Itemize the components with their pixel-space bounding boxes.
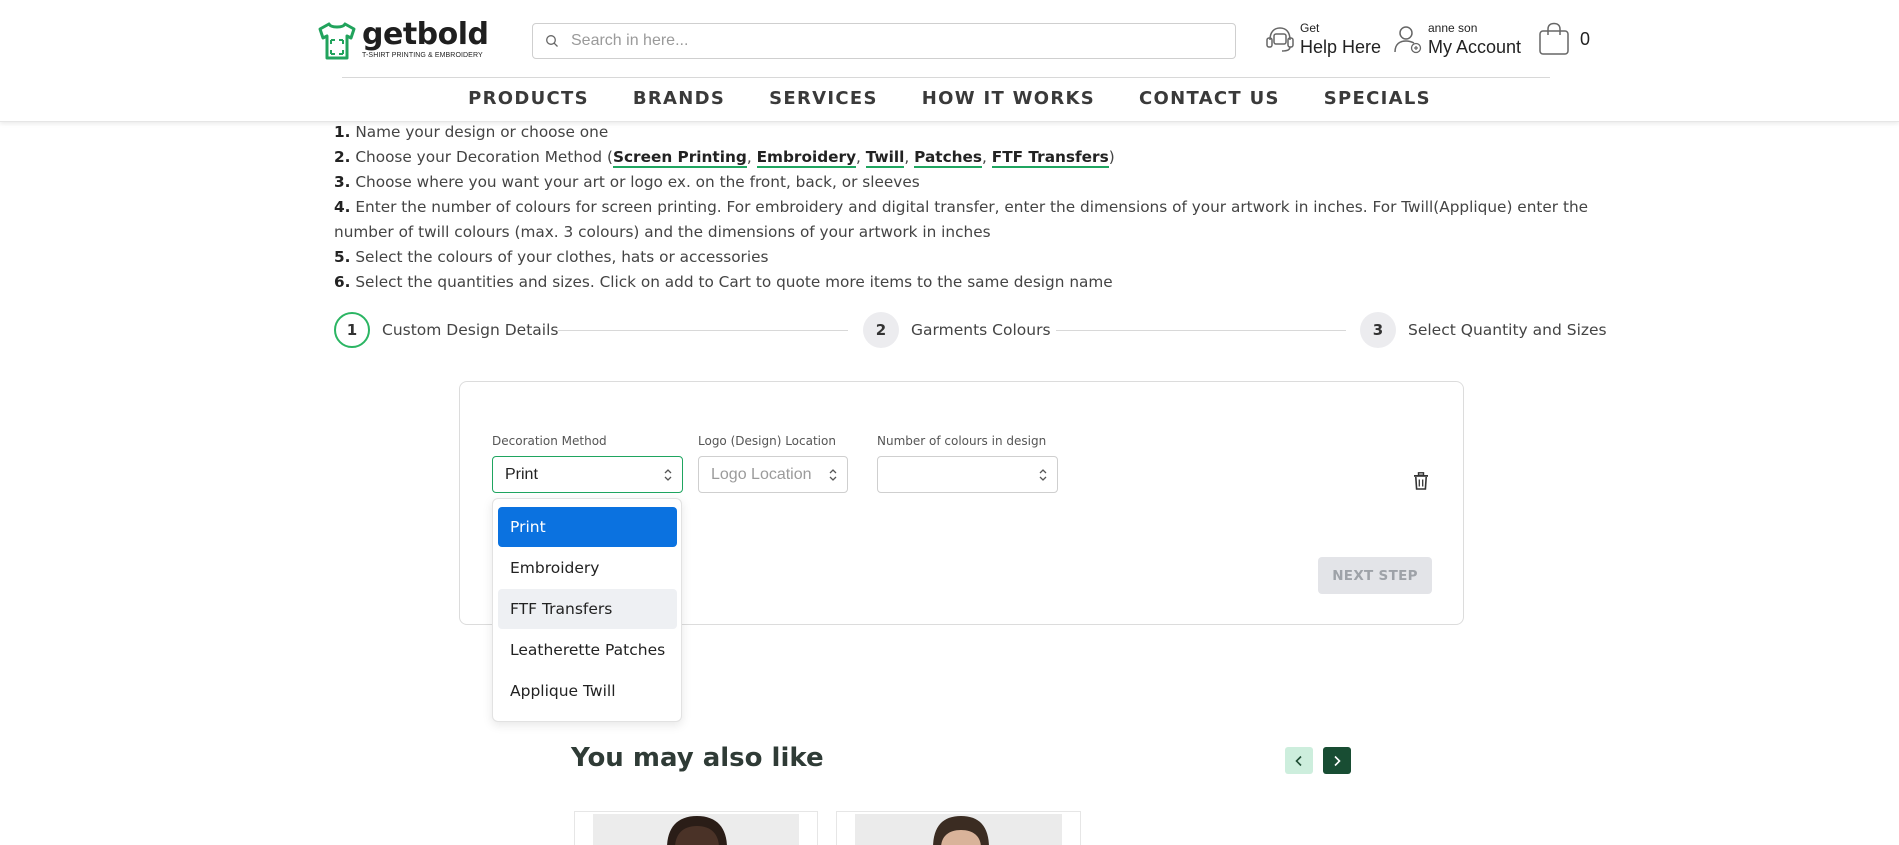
separator: , (982, 148, 992, 166)
progress-stepper: 1 Custom Design Details 2 Garments Colou… (334, 312, 1607, 350)
product-card[interactable] (574, 811, 818, 845)
instruction-text: Choose where you want your art or logo e… (355, 173, 920, 191)
chevron-left-icon (1295, 755, 1302, 766)
logo-location-placeholder: Logo Location (711, 465, 812, 483)
decoration-method-dropdown: Print Embroidery FTF Transfers Leatheret… (492, 498, 682, 722)
step-2[interactable]: 2 Garments Colours (863, 312, 1051, 348)
colours-count-select[interactable] (877, 456, 1058, 493)
instruction-number: 3. (334, 173, 351, 191)
link-patches[interactable]: Patches (914, 148, 983, 168)
next-step-button[interactable]: NEXT STEP (1318, 557, 1432, 594)
carousel-prev-button[interactable] (1285, 747, 1313, 774)
help-link[interactable]: Get Help Here (1264, 22, 1381, 56)
product-card[interactable] (836, 811, 1081, 845)
product-image (855, 814, 1062, 845)
account-link[interactable]: anne son My Account (1392, 22, 1521, 56)
colours-count-label: Number of colours in design (877, 434, 1047, 448)
user-account-icon (1394, 26, 1422, 54)
instructions: 1. Name your design or choose one 2. Cho… (334, 120, 1594, 295)
step-connector (558, 330, 848, 331)
step-1-circle: 1 (334, 312, 370, 348)
nav-products[interactable]: PRODUCTS (446, 88, 611, 109)
instruction-2: 2. Choose your Decoration Method (Screen… (334, 145, 1594, 170)
nav-contact-us[interactable]: CONTACT US (1117, 88, 1302, 109)
nav-specials[interactable]: SPECIALS (1302, 88, 1453, 109)
instruction-number: 1. (334, 123, 351, 141)
link-twill[interactable]: Twill (865, 148, 905, 168)
decoration-method-value: Print (505, 465, 538, 483)
link-embroidery[interactable]: Embroidery (756, 148, 857, 168)
decoration-method-select[interactable]: Print (492, 456, 683, 493)
step-1[interactable]: 1 Custom Design Details (334, 312, 559, 348)
nav-divider (342, 77, 1550, 78)
also-like-title: You may also like (571, 743, 824, 773)
step-connector (1056, 330, 1346, 331)
option-embroidery[interactable]: Embroidery (498, 548, 677, 588)
link-ftf-transfers[interactable]: FTF Transfers (991, 148, 1109, 168)
nav-services[interactable]: SERVICES (747, 88, 900, 109)
account-big-text: My Account (1428, 37, 1522, 57)
option-print[interactable]: Print (498, 507, 677, 547)
step-1-label: Custom Design Details (382, 321, 559, 339)
site-header: getbold T-SHIRT PRINTING & EMBROIDERY Ge… (0, 0, 1899, 122)
decoration-method-label: Decoration Method (492, 434, 607, 448)
product-photo (855, 814, 1062, 845)
select-arrows-icon (664, 469, 672, 481)
search-icon (546, 35, 558, 47)
option-applique-twill[interactable]: Applique Twill (498, 671, 677, 711)
separator: , (904, 148, 915, 166)
instruction-text: Enter the number of colours for screen p… (334, 198, 1589, 241)
cart-count: 0 (1580, 28, 1591, 49)
tshirt-logo-icon (318, 22, 356, 60)
instruction-number: 2. (334, 148, 351, 166)
search-bar (532, 23, 1236, 59)
instruction-text: Select the quantities and sizes. Click o… (355, 273, 1113, 291)
instruction-3: 3. Choose where you want your art or log… (334, 170, 1594, 195)
shopping-bag-icon (1539, 22, 1569, 55)
select-arrows-icon (1039, 469, 1047, 481)
logo-tagline: T-SHIRT PRINTING & EMBROIDERY (362, 52, 483, 59)
cart-link[interactable]: 0 (1538, 22, 1590, 56)
nav-brands[interactable]: BRANDS (611, 88, 747, 109)
select-arrows-icon (829, 469, 837, 481)
product-photo (593, 814, 799, 845)
step-2-label: Garments Colours (911, 321, 1051, 339)
help-big-text: Help Here (1300, 37, 1382, 57)
step-3-circle: 3 (1360, 312, 1396, 348)
step-3[interactable]: 3 Select Quantity and Sizes (1360, 312, 1607, 348)
instruction-number: 6. (334, 273, 351, 291)
account-user-name: anne son (1428, 21, 1478, 35)
headset-icon (1266, 27, 1294, 52)
instruction-number: 4. (334, 198, 351, 216)
logo-location-label: Logo (Design) Location (698, 434, 836, 448)
main-nav: PRODUCTS BRANDS SERVICES HOW IT WORKS CO… (0, 88, 1899, 109)
link-screen-printing[interactable]: Screen Printing (612, 148, 747, 168)
separator: , (746, 148, 757, 166)
step-2-circle: 2 (863, 312, 899, 348)
instruction-6: 6. Select the quantities and sizes. Clic… (334, 270, 1594, 295)
separator: , (856, 148, 866, 166)
instruction-number: 5. (334, 248, 351, 266)
logo-word: getbold (362, 17, 489, 52)
instruction-text: Name your design or choose one (355, 123, 609, 141)
nav-how-it-works[interactable]: HOW IT WORKS (900, 88, 1117, 109)
instruction-4: 4. Enter the number of colours for scree… (334, 195, 1594, 245)
instruction-text: Select the colours of your clothes, hats… (355, 248, 769, 266)
delete-trash-icon[interactable] (1413, 472, 1429, 490)
search-input[interactable] (571, 32, 1191, 50)
instruction-1: 1. Name your design or choose one (334, 120, 1594, 145)
instruction-5: 5. Select the colours of your clothes, h… (334, 245, 1594, 270)
chevron-right-icon (1334, 755, 1341, 766)
option-ftf-transfers[interactable]: FTF Transfers (498, 589, 677, 629)
product-image (593, 814, 799, 845)
closing-paren: ) (1108, 148, 1115, 166)
logo-location-select[interactable]: Logo Location (698, 456, 848, 493)
site-logo[interactable]: getbold T-SHIRT PRINTING & EMBROIDERY (316, 20, 489, 62)
carousel-next-button[interactable] (1323, 747, 1351, 774)
instruction-text: Choose your Decoration Method ( (355, 148, 613, 166)
help-small-text: Get (1300, 21, 1320, 35)
step-3-label: Select Quantity and Sizes (1408, 321, 1607, 339)
option-leatherette-patches[interactable]: Leatherette Patches (498, 630, 677, 670)
